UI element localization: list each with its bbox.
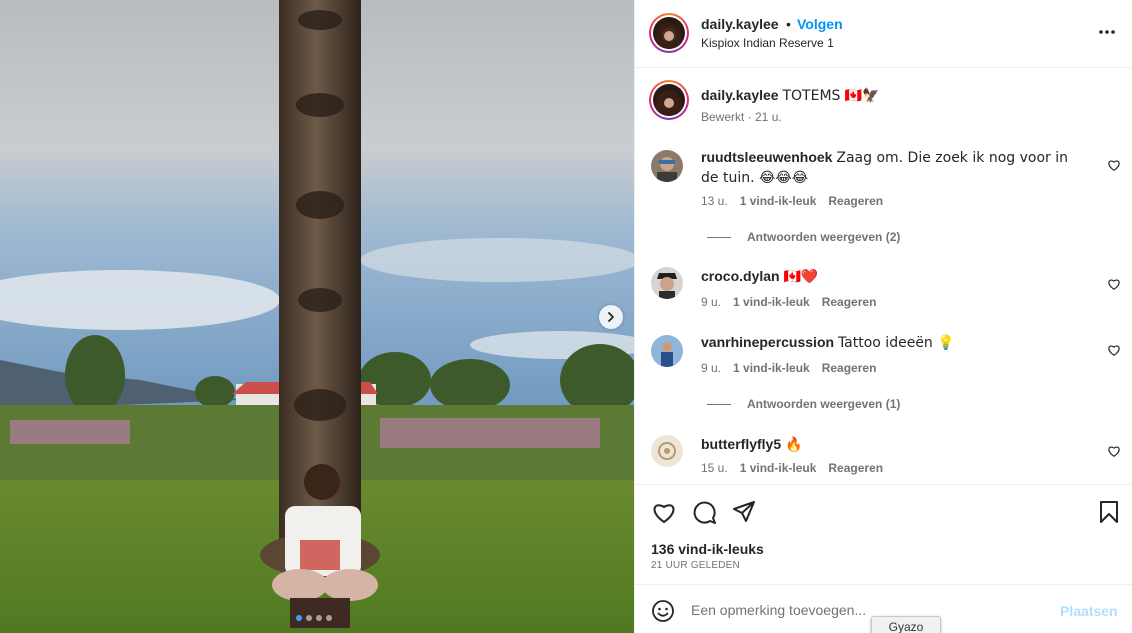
- comment-meta: 13 u. 1 vind-ik-leuk Reageren: [701, 194, 883, 208]
- comment-time: 13 u.: [701, 194, 728, 208]
- emoji-icon[interactable]: [651, 599, 675, 623]
- chevron-right-icon: [608, 312, 614, 322]
- next-photo-button[interactable]: [599, 305, 623, 329]
- separator-bullet: •: [786, 16, 791, 32]
- carousel-dot: [296, 615, 302, 621]
- follow-button[interactable]: Volgen: [797, 16, 843, 32]
- gyazo-tooltip: Gyazo: [871, 616, 941, 633]
- comment-body: butterflyfly5 🔥: [701, 435, 1081, 455]
- commenter-avatar[interactable]: [651, 435, 683, 467]
- comment-time: 9 u.: [701, 361, 722, 375]
- comment-heart-icon[interactable]: [1107, 277, 1121, 291]
- post-side-panel: daily.kaylee • Volgen Kispiox Indian Res…: [634, 0, 1132, 633]
- heart-icon[interactable]: [651, 499, 677, 525]
- view-replies-label: Antwoorden weergeven (1): [747, 397, 901, 411]
- caption-text: TOTEMS 🇨🇦🦅: [782, 88, 880, 104]
- commenter-username[interactable]: butterflyfly5: [701, 436, 781, 452]
- carousel-dot: [306, 615, 312, 621]
- post-date: 21 UUR GELEDEN: [651, 560, 740, 571]
- commenter-username[interactable]: croco.dylan: [701, 268, 780, 284]
- comment-text: 🇨🇦❤️: [783, 269, 819, 285]
- replies-line: [707, 403, 731, 405]
- carousel-dot: [326, 615, 332, 621]
- comment-likes[interactable]: 1 vind-ik-leuk: [740, 461, 817, 475]
- comment-body: croco.dylan 🇨🇦❤️: [701, 267, 1081, 287]
- comment-meta: 9 u. 1 vind-ik-leuk Reageren: [701, 361, 876, 375]
- bookmark-icon[interactable]: [1096, 499, 1122, 525]
- comment-likes[interactable]: 1 vind-ik-leuk: [733, 361, 810, 375]
- carousel-indicator: [296, 615, 332, 621]
- post-actions: 136 vind-ik-leuks 21 UUR GELEDEN: [635, 484, 1132, 584]
- avatar-image: [653, 84, 685, 116]
- reply-button[interactable]: Reageren: [828, 461, 883, 475]
- comment-likes[interactable]: 1 vind-ik-leuk: [740, 194, 817, 208]
- author-avatar[interactable]: [649, 13, 689, 53]
- comment-likes[interactable]: 1 vind-ik-leuk: [733, 295, 810, 309]
- commenter-avatar[interactable]: [651, 150, 683, 182]
- carousel-dot: [316, 615, 322, 621]
- comment-text: 🔥: [785, 437, 803, 453]
- post-header: daily.kaylee • Volgen Kispiox Indian Res…: [635, 0, 1132, 68]
- post-comment-button[interactable]: Plaatsen: [1060, 603, 1118, 619]
- commenter-username[interactable]: vanrhinepercussion: [701, 334, 834, 350]
- photo-scene: [0, 0, 634, 633]
- comment-time: 9 u.: [701, 295, 722, 309]
- avatar-image: [653, 17, 685, 49]
- caption-meta: Bewerkt · 21 u.: [701, 110, 782, 124]
- author-username[interactable]: daily.kaylee: [701, 16, 779, 32]
- post-location[interactable]: Kispiox Indian Reserve 1: [701, 36, 834, 50]
- comment-heart-icon[interactable]: [1107, 158, 1121, 172]
- comment-text: Tattoo ideeën 💡: [837, 335, 955, 351]
- reply-button[interactable]: Reageren: [822, 295, 877, 309]
- view-replies-button[interactable]: Antwoorden weergeven (2): [707, 230, 900, 244]
- commenter-avatar[interactable]: [651, 335, 683, 367]
- avatar-inner: [651, 82, 687, 118]
- avatar-inner: [651, 15, 687, 51]
- comment-heart-icon[interactable]: [1107, 343, 1121, 357]
- comment-icon[interactable]: [691, 499, 717, 525]
- reply-button[interactable]: Reageren: [822, 361, 877, 375]
- commenter-avatar[interactable]: [651, 267, 683, 299]
- commenter-username[interactable]: ruudtsleeuwenhoek: [701, 149, 832, 165]
- comments-section[interactable]: daily.kaylee TOTEMS 🇨🇦🦅 Bewerkt · 21 u. …: [635, 68, 1132, 484]
- view-replies-button[interactable]: Antwoorden weergeven (1): [707, 397, 900, 411]
- comment-time: 15 u.: [701, 461, 728, 475]
- comment-body: ruudtsleeuwenhoek Zaag om. Die zoek ik n…: [701, 148, 1081, 188]
- post-photo[interactable]: [0, 0, 634, 633]
- post-caption: daily.kaylee TOTEMS 🇨🇦🦅: [701, 87, 880, 104]
- reply-button[interactable]: Reageren: [828, 194, 883, 208]
- caption-avatar[interactable]: [649, 80, 689, 120]
- replies-line: [707, 236, 731, 238]
- view-replies-label: Antwoorden weergeven (2): [747, 230, 901, 244]
- likes-count[interactable]: 136 vind-ik-leuks: [651, 541, 764, 557]
- comment-meta: 9 u. 1 vind-ik-leuk Reageren: [701, 295, 876, 309]
- share-icon[interactable]: [731, 499, 757, 525]
- more-options-icon[interactable]: [1097, 22, 1117, 42]
- caption-username[interactable]: daily.kaylee: [701, 87, 779, 103]
- comment-meta: 15 u. 1 vind-ik-leuk Reageren: [701, 461, 883, 475]
- comment-heart-icon[interactable]: [1107, 444, 1121, 458]
- comment-body: vanrhinepercussion Tattoo ideeën 💡: [701, 333, 1081, 353]
